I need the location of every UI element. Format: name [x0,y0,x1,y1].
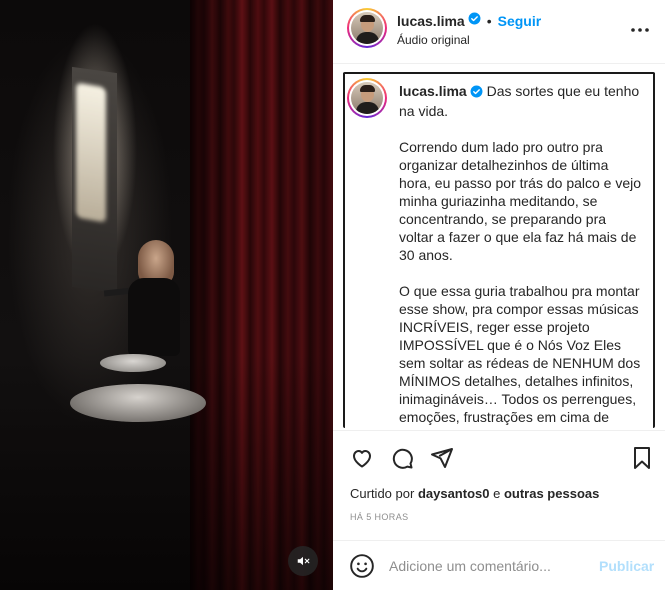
avatar[interactable] [347,8,387,48]
caption-paragraph: lucas.lima Das sortes que eu tenho na vi… [399,82,643,120]
mute-button[interactable] [288,546,318,576]
performer-body [128,278,180,356]
caption-username[interactable]: lucas.lima [399,83,467,99]
post-header: lucas.lima • Seguir Áudio original [333,0,665,64]
post-details: lucas.lima • Seguir Áudio original lucas… [333,0,665,590]
verified-badge-icon [470,84,483,102]
caption-section: lucas.lima Das sortes que eu tenho na vi… [343,72,655,428]
post-timestamp[interactable]: HÁ 5 HORAS [350,512,409,522]
username-link[interactable]: lucas.lima [397,13,465,29]
likes-summary: Curtido por daysantos0 e outras pessoas [350,486,599,501]
caption-text: lucas.lima Das sortes que eu tenho na vi… [399,82,643,428]
audio-label[interactable]: Áudio original [397,33,470,47]
likes-prefix: Curtido por [350,486,415,501]
likes-others-link[interactable]: outras pessoas [504,486,599,501]
caption-paragraph: Correndo dum lado pro outro pra organiza… [399,139,642,263]
caption-paragraph: O que essa guria trabalhou pra montar es… [399,283,641,425]
separator-dot: • [486,13,492,29]
post-media[interactable] [0,0,333,590]
muted-speaker-icon [297,556,310,566]
caption-avatar[interactable] [347,78,387,118]
comment-input[interactable] [389,554,585,578]
stool-seat [100,354,166,372]
heart-icon[interactable] [349,445,375,471]
follow-button[interactable]: Seguir [498,13,542,29]
comment-bubble-icon[interactable] [389,445,415,471]
liker-username[interactable]: daysantos0 [418,486,490,501]
bookmark-icon[interactable] [629,445,655,471]
stage-platform [70,384,206,422]
caption-scrollbar[interactable] [657,72,663,428]
more-options-icon[interactable] [629,20,651,40]
verified-badge-icon [468,12,481,30]
emoji-smile-icon[interactable] [349,553,375,579]
lighted-sign [76,82,106,223]
action-bar [333,430,665,482]
publish-button[interactable]: Publicar [599,558,654,574]
header-user-row: lucas.lima • Seguir [397,12,541,30]
red-curtain [190,0,333,590]
comment-bar: Publicar [333,540,665,590]
paper-plane-icon[interactable] [429,445,455,471]
likes-connector: e [493,486,501,501]
